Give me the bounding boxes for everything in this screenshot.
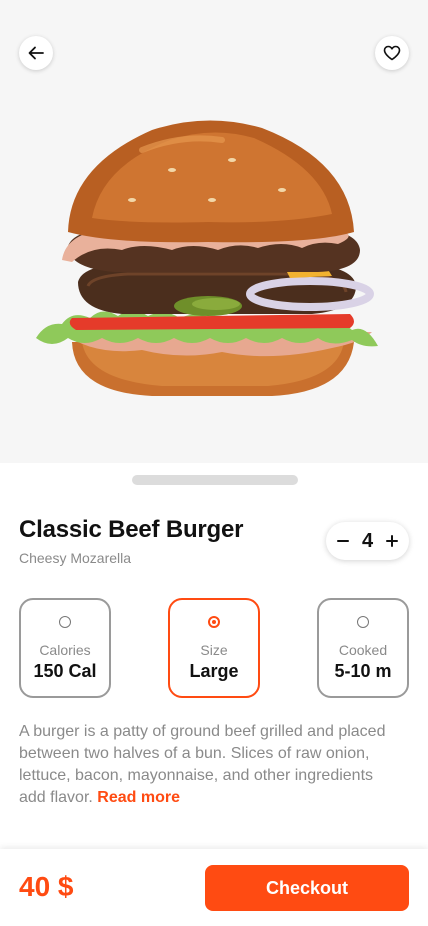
product-description: A burger is a patty of ground beef grill…	[19, 721, 389, 809]
product-subtitle: Cheesy Mozarella	[19, 550, 132, 566]
product-hero	[0, 0, 428, 463]
option-value: 150 Cal	[33, 661, 97, 681]
decrease-quantity-button[interactable]	[335, 533, 351, 549]
option-card-size[interactable]: Size Large	[168, 598, 260, 698]
back-button[interactable]	[19, 36, 53, 70]
checkout-button[interactable]: Checkout	[205, 865, 409, 911]
option-label: Calories	[39, 642, 91, 658]
favorite-button[interactable]	[375, 36, 409, 70]
option-value: Large	[189, 661, 239, 681]
read-more-link[interactable]: Read more	[97, 789, 180, 806]
radio-icon	[357, 616, 369, 628]
radio-icon	[59, 616, 71, 628]
total-price: 40 $	[19, 871, 74, 902]
plus-icon	[386, 535, 398, 547]
option-card-cooked[interactable]: Cooked 5-10 m	[317, 598, 409, 698]
quantity-stepper: 4	[326, 522, 409, 560]
increase-quantity-button[interactable]	[384, 533, 400, 549]
sheet-drag-handle[interactable]	[132, 475, 298, 485]
option-card-calories[interactable]: Calories 150 Cal	[19, 598, 111, 698]
option-label: Cooked	[338, 642, 388, 658]
radio-selected-icon	[208, 616, 220, 628]
arrow-left-icon	[28, 46, 44, 60]
option-label: Size	[200, 642, 228, 658]
burger-image	[36, 120, 378, 396]
option-value: 5-10 m	[334, 661, 392, 681]
heart-icon	[383, 45, 401, 61]
minus-icon	[337, 540, 349, 542]
product-title: Classic Beef Burger	[19, 516, 244, 543]
description-text: A burger is a patty of ground beef grill…	[19, 723, 386, 806]
checkout-bar: 40 $ Checkout	[0, 849, 428, 926]
quantity-value: 4	[361, 529, 374, 552]
